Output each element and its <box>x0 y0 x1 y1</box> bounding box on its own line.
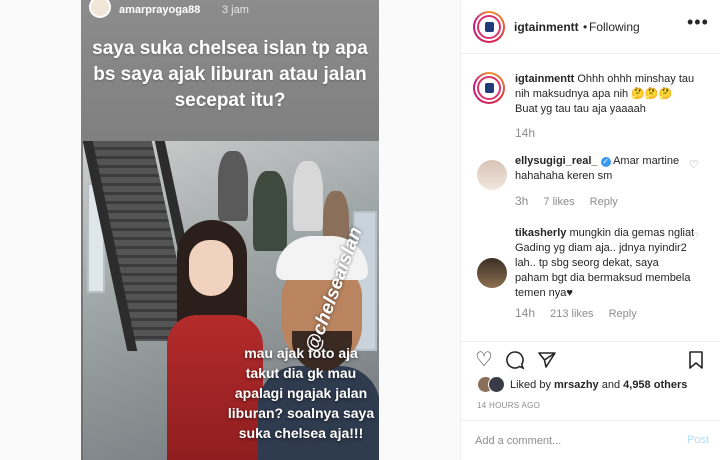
story-screenshot: amarprayoga88 3 jam saya suka chelsea is… <box>81 0 379 460</box>
heart-icon[interactable]: ♡ <box>475 350 493 370</box>
comment-like-heart-icon[interactable]: ♡ <box>689 230 699 243</box>
comment-body: tikasherly mungkin dia gemas ngliat Gadi… <box>515 226 695 301</box>
comment-reply-button[interactable]: Reply <box>590 196 618 208</box>
comment-time[interactable]: 14h <box>515 306 535 320</box>
likes-prefix: Liked by <box>510 379 555 391</box>
post-media[interactable]: amarprayoga88 3 jam saya suka chelsea is… <box>0 0 460 460</box>
likes-text[interactable]: Liked by mrsazhy and 4,958 others <box>510 379 687 391</box>
post-author-username[interactable]: igtainmentt <box>514 20 579 34</box>
story-avatar <box>89 0 111 18</box>
story-overlay-text: mau ajak foto aja takut dia gk mau apala… <box>227 345 375 441</box>
crowd-person <box>218 151 248 221</box>
comment-time[interactable]: 3h <box>515 194 528 208</box>
add-comment-bar: Post <box>461 420 720 460</box>
likes-user[interactable]: mrsazhy <box>554 379 599 391</box>
comment-meta: 14h 213 likes Reply <box>515 306 649 320</box>
post-author-avatar[interactable] <box>473 11 505 43</box>
likes-summary: Liked by mrsazhy and 4,958 others <box>477 376 717 396</box>
story-caption: saya suka chelsea islan tp apa bs saya a… <box>92 38 368 111</box>
post-actions: ♡ <box>461 341 720 379</box>
post-comment-button[interactable]: Post <box>687 434 709 446</box>
comment-avatar[interactable] <box>477 258 507 288</box>
comment-reply-button[interactable]: Reply <box>609 308 637 320</box>
story-timestamp: 3 jam <box>222 4 249 16</box>
story-username: amarprayoga88 <box>119 4 201 16</box>
post-header: igtainmentt • Following ••• <box>461 0 720 54</box>
comment-icon[interactable] <box>505 350 525 374</box>
story-header: amarprayoga88 3 jam <box>81 0 379 28</box>
comment-body: igtainmentt Ohhh ohhh minshay tau nih ma… <box>515 72 695 117</box>
comment-body: ellysugigi_real_ ✓ Amar martine hahahaha… <box>515 154 695 184</box>
posted-time[interactable]: 14 HOURS AGO <box>477 401 540 410</box>
likes-middle: and <box>598 379 624 391</box>
comment-likes[interactable]: 213 likes <box>550 308 593 320</box>
comment-avatar[interactable] <box>473 72 505 104</box>
likes-count[interactable]: 4,958 others <box>623 379 687 391</box>
comment-likes[interactable]: 7 likes <box>543 196 574 208</box>
comment-meta: 14h <box>515 126 547 140</box>
comment-username[interactable]: igtainmentt <box>515 73 574 85</box>
more-horizontal-icon[interactable]: ••• <box>687 12 709 33</box>
comment-meta: 3h 7 likes Reply <box>515 194 630 208</box>
bookmark-icon[interactable] <box>687 350 705 374</box>
comments-list[interactable]: igtainmentt Ohhh ohhh minshay tau nih ma… <box>461 54 720 340</box>
verified-badge-icon: ✓ <box>600 157 611 167</box>
crowd-person <box>293 161 323 231</box>
comment-input[interactable] <box>475 431 675 451</box>
comment-time[interactable]: 14h <box>515 126 535 140</box>
comment-avatar[interactable] <box>477 160 507 190</box>
comment-username[interactable]: tikasherly <box>515 227 566 239</box>
post-panel: igtainmentt • Following ••• igtainmentt … <box>460 0 720 460</box>
liker-avatars <box>477 376 507 394</box>
header-separator: • <box>583 20 588 34</box>
share-icon[interactable] <box>537 350 557 374</box>
follow-status[interactable]: Following <box>589 20 640 34</box>
liker-avatar <box>488 376 505 393</box>
comment-like-heart-icon[interactable]: ♡ <box>689 158 699 171</box>
comment-username[interactable]: ellysugigi_real_ <box>515 155 598 167</box>
